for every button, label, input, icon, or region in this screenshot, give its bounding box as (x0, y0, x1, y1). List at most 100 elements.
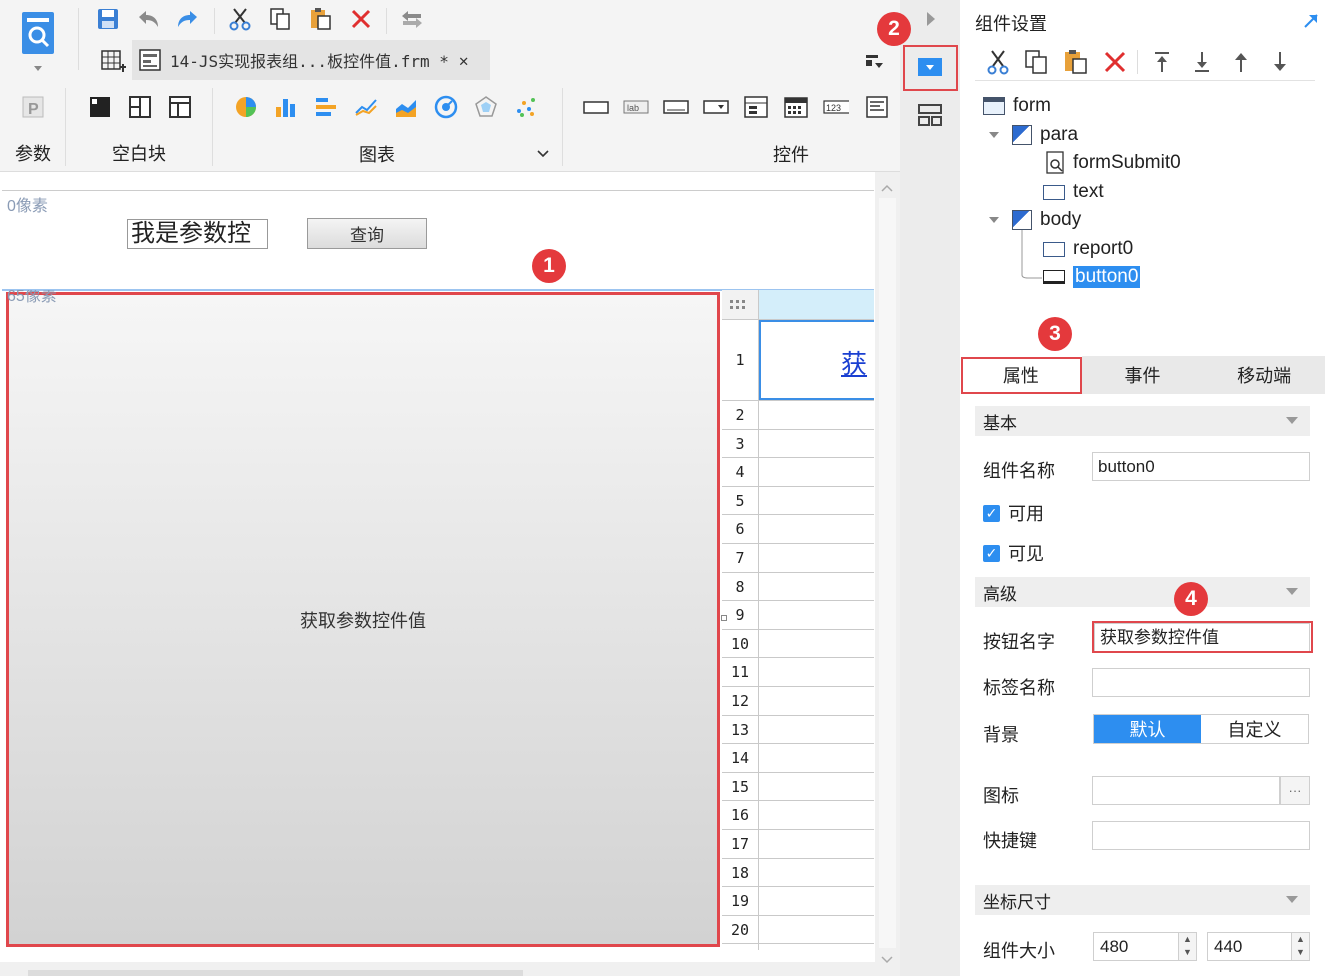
selected-cell[interactable]: 获 (759, 320, 874, 400)
height-stepper[interactable]: 440 ▲ ▼ (1207, 932, 1310, 961)
row-header[interactable]: 17 (722, 830, 759, 859)
tree-node-button[interactable]: button0 (1043, 265, 1141, 289)
bar-chart-button[interactable] (273, 94, 299, 120)
stepper-arrows-icon[interactable]: ▲ ▼ (1178, 933, 1196, 960)
panel-paste-button[interactable] (1061, 48, 1089, 76)
cut-button[interactable] (227, 6, 253, 32)
tree-node-body[interactable]: body (988, 208, 1081, 232)
label-widget-button[interactable]: lab (623, 94, 649, 120)
bg-custom-option[interactable]: 自定义 (1201, 715, 1308, 743)
section-coord-size[interactable]: 坐标尺寸 (975, 885, 1310, 915)
collapse-panel-button[interactable] (924, 10, 938, 28)
grid-cell[interactable] (759, 430, 874, 459)
split-layout-button[interactable] (127, 94, 153, 120)
row-header[interactable]: 13 (722, 715, 759, 745)
copy-button[interactable] (267, 6, 293, 32)
grid-cell[interactable] (759, 601, 874, 630)
section-basic[interactable]: 基本 (975, 406, 1310, 436)
panel-delete-button[interactable] (1101, 48, 1129, 76)
row-header[interactable]: 21 (722, 944, 759, 950)
move-top-button[interactable] (1148, 48, 1176, 76)
panel-copy-button[interactable] (1022, 48, 1050, 76)
row-header[interactable]: 19 (722, 887, 759, 916)
row-header[interactable]: 4 (722, 458, 759, 487)
visible-checkbox[interactable]: ✓ 可见 (983, 540, 1044, 566)
chart-expand-button[interactable] (536, 146, 550, 158)
radar-chart-button[interactable] (473, 94, 499, 120)
widget-name-input[interactable]: button0 (1092, 452, 1310, 481)
row-header[interactable]: 16 (722, 801, 759, 830)
tab-menu-button[interactable] (862, 50, 886, 74)
section-advanced[interactable]: 高级 (975, 577, 1310, 607)
list-widget-button[interactable] (743, 94, 769, 120)
query-button[interactable]: 查询 (307, 218, 427, 249)
row-header[interactable]: 15 (722, 772, 759, 802)
grid-cell[interactable] (759, 830, 874, 859)
enabled-checkbox[interactable]: ✓ 可用 (983, 500, 1044, 526)
tree-node-report[interactable]: report0 (1043, 237, 1133, 261)
grid-cell[interactable] (759, 658, 874, 687)
row-header[interactable]: 3 (722, 429, 759, 459)
undo-button[interactable] (135, 6, 161, 32)
redo-button[interactable] (175, 6, 201, 32)
row-header[interactable]: 10 (722, 629, 759, 659)
save-button[interactable] (95, 6, 121, 32)
hbar-chart-button[interactable] (313, 94, 339, 120)
close-tab-icon[interactable]: ✕ (459, 51, 469, 70)
layout-settings-button[interactable] (916, 102, 944, 128)
scrollbar-thumb[interactable] (879, 198, 896, 948)
area-chart-button[interactable] (393, 94, 419, 120)
tree-node-form[interactable]: form (983, 94, 1051, 118)
row-header[interactable]: 18 (722, 858, 759, 888)
scatter-chart-button[interactable] (513, 94, 539, 120)
grid-cell[interactable] (759, 801, 874, 830)
tree-node-text[interactable]: text (1043, 180, 1104, 204)
grid-cell[interactable] (759, 916, 874, 945)
tab-events[interactable]: 事件 (1082, 356, 1204, 394)
tree-node-formsubmit[interactable]: formSubmit0 (1045, 151, 1181, 175)
vertical-scrollbar[interactable] (875, 172, 900, 976)
tab-layout-button[interactable] (167, 94, 193, 120)
combobox-widget-button[interactable] (703, 94, 729, 120)
hscroll-thumb[interactable] (28, 970, 523, 976)
app-menu-button[interactable] (18, 10, 58, 72)
date-widget-button[interactable] (783, 94, 809, 120)
line-chart-button[interactable] (353, 94, 379, 120)
row-header[interactable]: 5 (722, 486, 759, 516)
row-header[interactable]: 6 (722, 515, 759, 544)
param-panel-button[interactable]: P (20, 94, 46, 120)
stepper-arrows-icon[interactable]: ▲ ▼ (1291, 933, 1309, 960)
grid-cell[interactable] (759, 487, 874, 516)
grid-cell[interactable] (759, 773, 874, 802)
grid-cell[interactable] (759, 944, 874, 950)
grid-cell[interactable] (759, 573, 874, 602)
grid-cell[interactable] (759, 515, 874, 544)
grid-cell[interactable] (759, 687, 874, 716)
button-widget-button[interactable] (663, 94, 689, 120)
document-tab[interactable]: 14-JS实现报表组...板控件值.frm * ✕ (132, 40, 490, 80)
row-header[interactable]: 9 (722, 601, 759, 630)
row-header[interactable]: 11 (722, 658, 759, 687)
row-header[interactable]: 2 (722, 401, 759, 430)
icon-input[interactable] (1092, 776, 1280, 805)
width-stepper[interactable]: 480 ▲ ▼ (1093, 932, 1197, 961)
gauge-chart-button[interactable] (433, 94, 459, 120)
grid-cell[interactable] (759, 544, 874, 573)
horizontal-scrollbar[interactable] (0, 962, 875, 976)
pin-panel-button[interactable] (1302, 12, 1320, 30)
row-header[interactable]: 7 (722, 544, 759, 573)
switch-button[interactable] (399, 6, 425, 32)
bg-default-option[interactable]: 默认 (1094, 715, 1201, 743)
textbox-widget-button[interactable] (583, 94, 609, 120)
delete-button[interactable] (348, 6, 374, 32)
column-header[interactable] (759, 290, 874, 320)
paste-button[interactable] (307, 6, 333, 32)
number-widget-button[interactable]: 123 (823, 94, 849, 120)
icon-browse-button[interactable]: ··· (1280, 776, 1310, 805)
grid-cell[interactable] (759, 630, 874, 659)
tab-mobile[interactable]: 移动端 (1203, 356, 1325, 394)
row-header[interactable]: 12 (722, 687, 759, 716)
grid-corner[interactable] (722, 290, 759, 320)
row-header[interactable]: 1 (722, 320, 759, 401)
row-header[interactable]: 8 (722, 572, 759, 602)
